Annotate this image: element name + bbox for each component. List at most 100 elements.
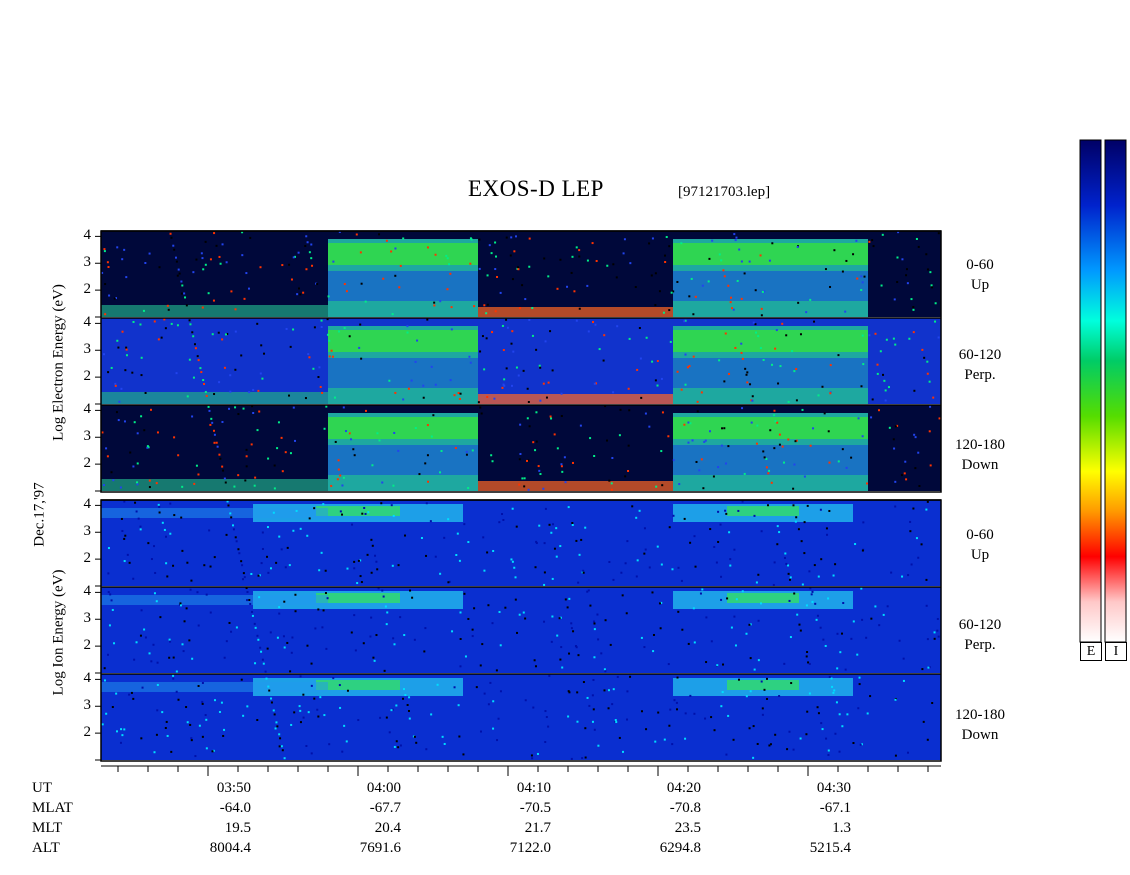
- noise-speck: [490, 252, 493, 255]
- noise-speck: [332, 677, 335, 680]
- noise-speck: [734, 239, 737, 242]
- noise-speck: [364, 512, 367, 515]
- noise-speck: [374, 554, 377, 557]
- noise-speck: [560, 465, 563, 468]
- noise-speck: [701, 284, 704, 287]
- noise-speck: [850, 456, 853, 459]
- noise-speck: [343, 327, 346, 330]
- noise-speck: [835, 701, 838, 704]
- noise-speck: [663, 738, 666, 741]
- noise-speck: [492, 700, 495, 703]
- noise-speck: [259, 266, 262, 269]
- noise-speck: [538, 524, 541, 527]
- noise-speck: [773, 409, 776, 412]
- noise-speck: [542, 487, 545, 490]
- noise-speck: [623, 238, 626, 241]
- noise-speck: [360, 581, 363, 584]
- noise-speck: [774, 420, 777, 423]
- noise-speck: [753, 514, 756, 517]
- noise-speck: [870, 617, 873, 620]
- noise-speck: [140, 737, 143, 740]
- noise-speck: [205, 593, 208, 596]
- noise-speck: [771, 242, 774, 245]
- ephem-ut-value: 04:00: [366, 780, 401, 796]
- noise-speck: [232, 528, 235, 531]
- noise-speck: [692, 313, 695, 316]
- noise-speck: [833, 249, 836, 252]
- noise-speck: [346, 567, 349, 570]
- noise-speck: [728, 372, 731, 375]
- noise-speck: [422, 396, 425, 399]
- noise-speck: [792, 487, 795, 490]
- noise-speck: [111, 706, 114, 709]
- noise-speck: [526, 417, 529, 420]
- noise-speck: [140, 374, 143, 377]
- noise-speck: [528, 425, 531, 428]
- noise-speck: [567, 715, 570, 718]
- noise-speck: [593, 382, 596, 385]
- noise-speck: [480, 412, 483, 415]
- noise-speck: [694, 565, 697, 568]
- noise-speck: [510, 558, 513, 561]
- noise-speck: [648, 242, 651, 245]
- noise-speck: [845, 466, 848, 469]
- flux-band-peak: [673, 417, 868, 439]
- noise-speck: [299, 721, 302, 724]
- noise-speck: [204, 240, 207, 243]
- noise-speck: [530, 754, 533, 757]
- noise-speck: [667, 663, 670, 666]
- noise-speck: [179, 602, 182, 605]
- noise-speck: [351, 523, 354, 526]
- noise-speck: [487, 604, 490, 607]
- noise-speck: [114, 384, 117, 387]
- noise-speck: [926, 638, 929, 641]
- noise-speck: [810, 593, 813, 596]
- noise-speck: [643, 527, 646, 530]
- noise-speck: [132, 465, 135, 468]
- noise-speck: [483, 692, 486, 695]
- noise-speck: [684, 353, 687, 356]
- noise-speck: [696, 400, 699, 403]
- noise-speck: [411, 596, 414, 599]
- noise-speck: [213, 232, 216, 235]
- noise-speck: [643, 552, 646, 555]
- noise-speck: [166, 734, 169, 737]
- noise-speck: [328, 743, 331, 746]
- noise-speck: [375, 560, 378, 563]
- noise-speck: [559, 258, 562, 261]
- noise-speck: [327, 295, 330, 298]
- noise-speck: [743, 472, 746, 475]
- noise-speck: [424, 627, 427, 630]
- noise-speck: [427, 480, 430, 483]
- noise-speck: [861, 549, 864, 552]
- noise-speck: [449, 379, 452, 382]
- noise-speck: [178, 272, 181, 275]
- noise-speck: [635, 575, 638, 578]
- noise-speck: [378, 439, 381, 442]
- noise-speck: [578, 553, 581, 556]
- noise-speck: [280, 436, 283, 439]
- noise-speck: [684, 712, 687, 715]
- noise-speck: [215, 441, 218, 444]
- noise-speck: [748, 623, 751, 626]
- noise-speck: [248, 391, 251, 394]
- noise-speck: [275, 561, 278, 564]
- noise-speck: [654, 740, 657, 743]
- noise-speck: [175, 690, 178, 693]
- noise-speck: [157, 503, 160, 506]
- noise-speck: [261, 377, 264, 380]
- noise-speck: [756, 424, 759, 427]
- noise-speck: [118, 400, 121, 403]
- noise-speck: [273, 464, 276, 467]
- noise-speck: [222, 469, 225, 472]
- noise-speck: [137, 517, 140, 520]
- noise-speck: [550, 531, 553, 534]
- noise-speck: [778, 695, 781, 698]
- noise-speck: [603, 334, 606, 337]
- ephem-alt-value: 8004.4: [209, 840, 251, 856]
- noise-speck: [168, 656, 171, 659]
- noise-speck: [265, 677, 268, 680]
- noise-speck: [527, 400, 530, 403]
- noise-speck: [858, 683, 861, 686]
- noise-speck: [836, 632, 839, 635]
